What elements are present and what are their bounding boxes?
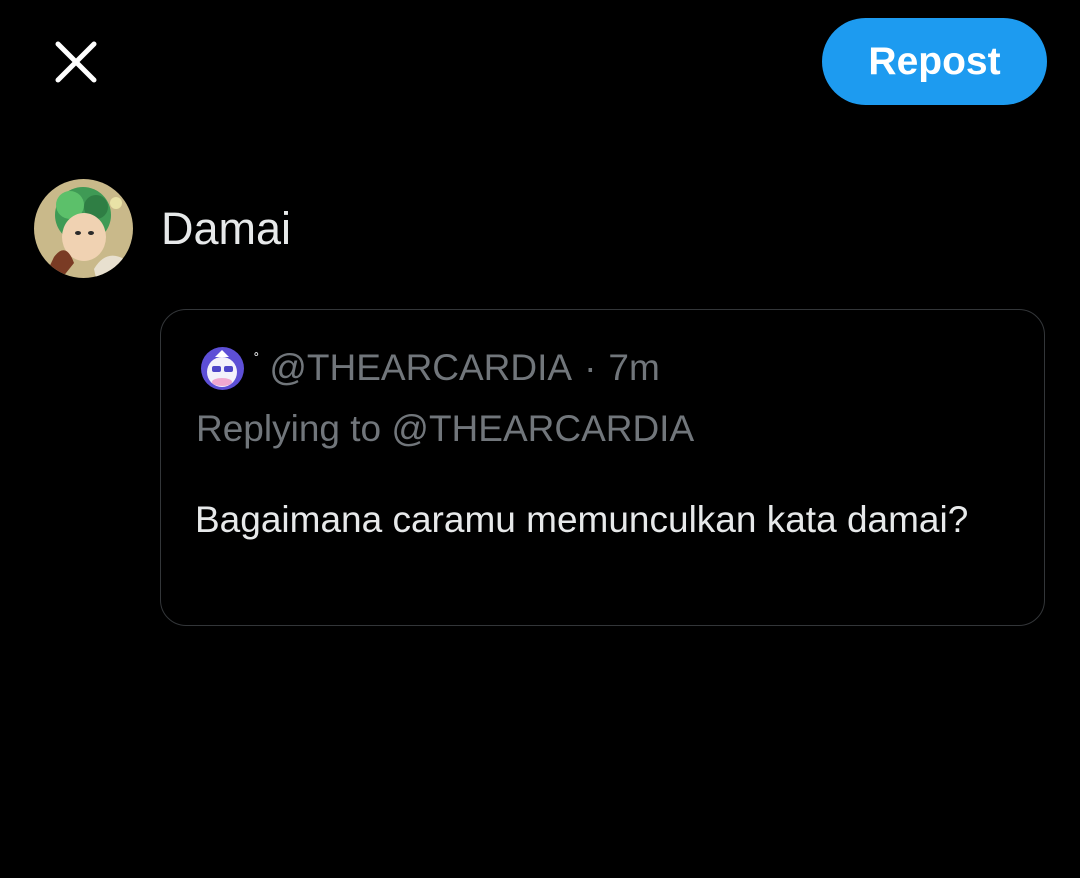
quoted-post-card: ˚ @THEARCARDIA · 7m Replying to @THEARCA… (160, 309, 1045, 626)
repost-composer-screen: Repost Damai ˚ @THEARCARDIA · 7m Replyin… (0, 0, 1080, 878)
close-button[interactable] (48, 34, 104, 90)
repost-button[interactable]: Repost (822, 18, 1047, 105)
separator-dot: · (584, 347, 597, 388)
quoted-handle: @THEARCARDIA (269, 347, 573, 388)
user-avatar[interactable] (34, 179, 133, 278)
quoted-post-body: Bagaimana caramu memunculkan kata damai? (195, 499, 969, 540)
post-time: 7m (608, 347, 660, 388)
quoted-user-avatar (201, 346, 244, 390)
replying-to-text: Replying to @THEARCARDIA (196, 408, 695, 449)
quoted-post-header: ˚ @THEARCARDIA · 7m (201, 344, 660, 392)
quoted-display-name: ˚ (254, 352, 260, 369)
composer-text[interactable]: Damai (161, 201, 291, 257)
close-icon (55, 41, 97, 83)
